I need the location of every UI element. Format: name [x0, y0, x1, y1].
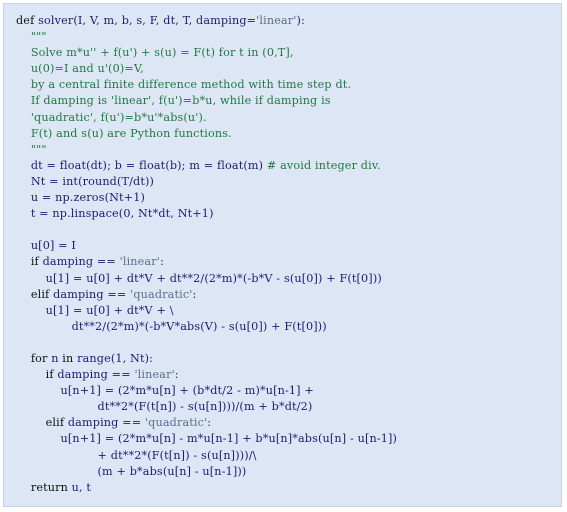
code-line: if damping == 'linear': — [16, 367, 397, 383]
code-text: damping == — [42, 255, 120, 269]
code-line: u[n+1] = (2*m*u[n] + (b*dt/2 - m)*u[n-1]… — [16, 383, 397, 399]
code-block: def solver(I, V, m, b, s, F, dt, T, damp… — [16, 13, 397, 496]
code-line: elif damping == 'quadratic': — [16, 415, 397, 431]
code-text: : — [207, 416, 212, 430]
code-line: elif damping == 'quadratic': — [16, 287, 397, 303]
code-line: u[1] = u[0] + dt*V + dt**2/(2*m)*(-b*V -… — [16, 271, 397, 287]
code-text: : — [159, 255, 164, 269]
code-line: dt**2/(2*m)*(-b*V*abs(V) - s(u[0]) + F(t… — [16, 319, 397, 335]
code-string: 'quadratic' — [130, 287, 193, 301]
code-comment: If damping is 'linear', f(u')=b*u, while… — [16, 94, 331, 108]
code-text: dt = float(dt); b = float(b); m = float(… — [16, 158, 267, 172]
code-line: by a central finite difference method wi… — [16, 77, 397, 93]
code-line: u[0] = I — [16, 238, 397, 254]
code-comment: 'quadratic', f(u')=b*u'*abs(u'). — [16, 110, 207, 124]
code-line: F(t) and s(u) are Python functions. — [16, 126, 397, 142]
code-line: for n in range(1, Nt): — [16, 351, 397, 367]
code-line: def solver(I, V, m, b, s, F, dt, T, damp… — [16, 13, 397, 29]
code-string: 'linear' — [119, 255, 160, 269]
code-text: (m + b*abs(u[n] - u[n-1])) — [16, 464, 247, 478]
code-comment: """ — [16, 30, 47, 44]
code-string: 'linear' — [134, 368, 175, 382]
code-line: dt = float(dt); b = float(b); m = float(… — [16, 158, 397, 174]
code-text: damping == — [67, 416, 145, 430]
code-text: n — [51, 351, 63, 365]
code-line: t = np.linspace(0, Nt*dt, Nt+1) — [16, 206, 397, 222]
code-keyword: for — [16, 351, 52, 365]
code-line: Nt = int(round(T/dt)) — [16, 174, 397, 190]
code-line: """ — [16, 142, 397, 158]
code-text: solver(I, V, m, b, s, F, dt, T, damping= — [38, 14, 257, 27]
code-text: t = np.linspace(0, Nt*dt, Nt+1) — [16, 207, 214, 221]
code-line: If damping is 'linear', f(u')=b*u, while… — [16, 93, 397, 109]
code-text: : — [174, 368, 179, 382]
code-text: damping == — [53, 287, 131, 301]
code-keyword: elif — [16, 287, 54, 301]
code-comment: Solve m*u'' + f(u') + s(u) = F(t) for t … — [16, 46, 294, 60]
code-text: u, t — [71, 480, 92, 494]
code-keyword: if — [16, 255, 43, 269]
code-text: dt**2/(2*m)*(-b*V*abs(V) - s(u[0]) + F(t… — [16, 319, 327, 333]
code-line: 'quadratic', f(u')=b*u'*abs(u'). — [16, 110, 397, 126]
code-text: range(1, Nt): — [77, 351, 154, 365]
code-text: u[1] = u[0] + dt*V + dt**2/(2*m)*(-b*V -… — [16, 271, 382, 285]
code-keyword: return — [16, 480, 72, 494]
code-comment: by a central finite difference method wi… — [16, 78, 352, 92]
code-text: u[1] = u[0] + dt*V + \ — [16, 303, 174, 317]
code-comment: # avoid integer div. — [266, 158, 381, 172]
code-keyword: def — [16, 14, 39, 27]
code-text: : — [192, 287, 197, 301]
code-string: 'quadratic' — [144, 416, 208, 430]
code-comment: """ — [16, 142, 47, 156]
code-text: u = np.zeros(Nt+1) — [16, 191, 145, 205]
code-text: u[0] = I — [16, 239, 76, 253]
code-line: u[n+1] = (2*m*u[n] - m*u[n-1] + b*u[n]*a… — [16, 431, 397, 447]
code-line: u = np.zeros(Nt+1) — [16, 190, 397, 206]
code-keyword: elif — [16, 416, 68, 430]
code-keyword: if — [16, 368, 58, 382]
code-text: u[n+1] = (2*m*u[n] + (b*dt/2 - m)*u[n-1]… — [16, 384, 314, 398]
code-line: + dt**2*(F(t[n]) - s(u[n])))/\ — [16, 448, 397, 464]
code-text: ): — [296, 14, 305, 27]
code-text: Nt = int(round(T/dt)) — [16, 174, 155, 188]
code-line: return u, t — [16, 480, 397, 496]
code-comment: u(0)=I and u'(0)=V, — [16, 62, 144, 76]
code-text: damping == — [57, 368, 135, 382]
code-line: if damping == 'linear': — [16, 254, 397, 270]
code-line: dt**2*(F(t[n]) - s(u[n])))/(m + b*dt/2) — [16, 399, 397, 415]
code-comment: F(t) and s(u) are Python functions. — [16, 126, 232, 140]
code-line: """ — [16, 29, 397, 45]
code-line: u[1] = u[0] + dt*V + \ — [16, 303, 397, 319]
code-listing-panel: def solver(I, V, m, b, s, F, dt, T, damp… — [3, 3, 562, 507]
code-line: Solve m*u'' + f(u') + s(u) = F(t) for t … — [16, 45, 397, 61]
code-string: 'linear' — [256, 14, 297, 27]
code-line: (m + b*abs(u[n] - u[n-1])) — [16, 464, 397, 480]
code-line: u(0)=I and u'(0)=V, — [16, 61, 397, 77]
code-text: + dt**2*(F(t[n]) - s(u[n])))/\ — [16, 448, 257, 462]
code-keyword: in — [62, 351, 78, 365]
code-text: dt**2*(F(t[n]) - s(u[n])))/(m + b*dt/2) — [16, 400, 313, 414]
code-text: u[n+1] = (2*m*u[n] - m*u[n-1] + b*u[n]*a… — [16, 432, 398, 446]
